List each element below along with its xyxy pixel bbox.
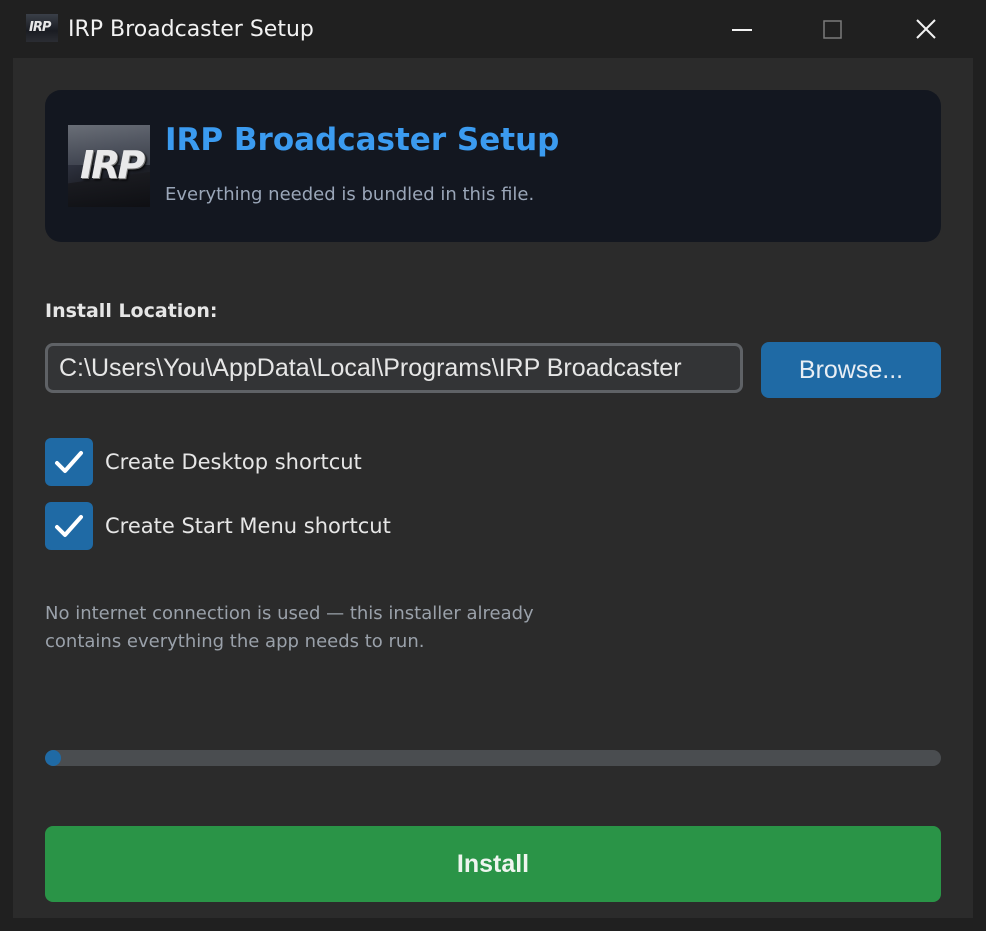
header-card: IRP IRP Broadcaster Setup Everything nee… (45, 90, 941, 242)
minimize-icon (732, 29, 752, 31)
start-menu-shortcut-checkbox[interactable] (45, 502, 93, 550)
close-icon (916, 19, 936, 39)
offline-note-line-1: No internet connection is used — this in… (45, 603, 534, 624)
minimize-button[interactable] (710, 0, 774, 58)
start-menu-shortcut-label[interactable]: Create Start Menu shortcut (105, 512, 391, 540)
checkmark-icon (55, 451, 83, 473)
window-title: IRP Broadcaster Setup (68, 17, 314, 42)
install-location-label: Install Location: (45, 300, 218, 322)
header-subtitle: Everything needed is bundled in this fil… (165, 184, 535, 205)
app-icon: IRP (26, 14, 58, 42)
desktop-shortcut-checkbox[interactable] (45, 438, 93, 486)
installer-window: IRP IRP Broadcaster Setup IRP IRP Broadc… (0, 0, 986, 931)
header-title: IRP Broadcaster Setup (165, 122, 560, 158)
client-area: IRP IRP Broadcaster Setup Everything nee… (13, 58, 973, 918)
checkmark-icon (55, 515, 83, 537)
logo-text: IRP (80, 143, 145, 187)
browse-button[interactable]: Browse... (761, 342, 941, 398)
maximize-button[interactable] (801, 0, 865, 58)
desktop-shortcut-label[interactable]: Create Desktop shortcut (105, 448, 362, 476)
offline-note: No internet connection is used — this in… (45, 600, 565, 656)
progress-bar-fill (45, 750, 61, 766)
app-logo: IRP (68, 125, 150, 207)
progress-bar (45, 750, 941, 766)
title-bar[interactable]: IRP IRP Broadcaster Setup (0, 0, 986, 58)
offline-note-line-2: contains everything the app needs to run… (45, 631, 425, 652)
app-icon-text: IRP (29, 20, 51, 35)
close-button[interactable] (894, 0, 958, 58)
install-path-input[interactable]: C:\Users\You\AppData\Local\Programs\IRP … (45, 343, 743, 393)
maximize-icon (823, 20, 842, 39)
install-button[interactable]: Install (45, 826, 941, 902)
window-bottom-edge (0, 918, 986, 931)
